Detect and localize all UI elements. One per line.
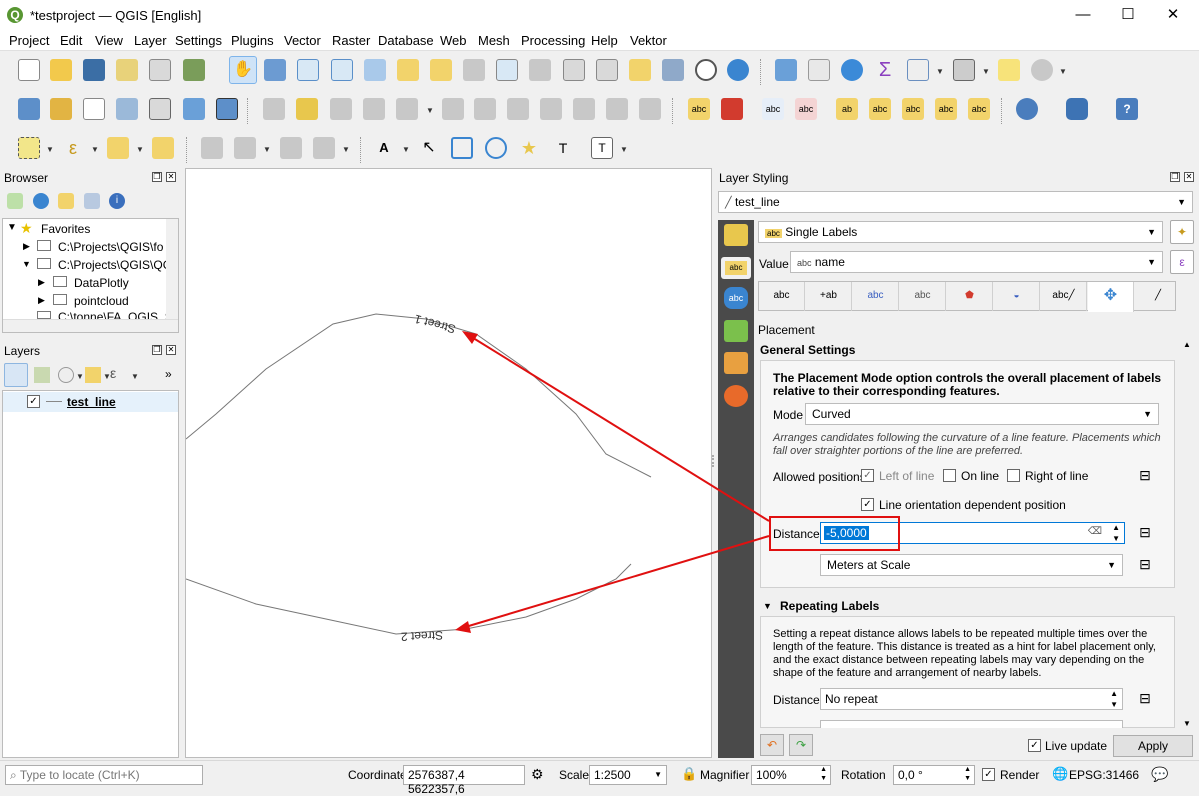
coordinate-label: Coordinate [348, 768, 407, 782]
crs-globe-icon[interactable]: 🌐 [1052, 766, 1068, 782]
rotation-value: 0,0 ° [898, 768, 923, 782]
arrow-to-street-1 [469, 335, 770, 522]
coordinate-field[interactable]: 2576387,4 5622357,6 [403, 765, 525, 796]
crs-label[interactable]: EPSG:31466 [1069, 768, 1139, 782]
lock-icon[interactable]: 🔒 [681, 766, 697, 782]
locator-placeholder: Type to locate (Ctrl+K) [19, 768, 140, 782]
spin-arrows-icon[interactable]: ▲ ▼ [964, 765, 971, 783]
search-icon: ⌕ [10, 768, 17, 782]
locator-search-input[interactable]: ⌕ Type to locate (Ctrl+K) [5, 765, 203, 785]
render-checkbox[interactable]: ✓ [982, 768, 995, 781]
arrowhead-icon [455, 621, 471, 633]
coordinate-format-icon[interactable]: ⚙ [531, 766, 544, 783]
render-label: Render [1000, 768, 1040, 782]
scale-value: 1:2500 [594, 768, 631, 782]
magnifier-spinbox[interactable]: 100% ▲ ▼ [751, 765, 831, 785]
chevron-down-icon: ▼ [654, 770, 662, 779]
arrow-to-street-2 [461, 535, 770, 629]
messages-icon[interactable]: 💬 [1151, 766, 1168, 783]
spin-arrows-icon[interactable]: ▲ ▼ [820, 765, 827, 783]
magnifier-value: 100% [756, 768, 787, 782]
magnifier-label: Magnifier [700, 768, 750, 782]
annotation-arrows [455, 331, 770, 633]
scale-combo[interactable]: 1:2500 ▼ [589, 765, 667, 785]
rotation-spinbox[interactable]: 0,0 ° ▲ ▼ [893, 765, 975, 785]
status-bar: ⌕ Type to locate (Ctrl+K) Coordinate 257… [0, 760, 1199, 796]
scale-label: Scale [559, 768, 590, 782]
rotation-label: Rotation [841, 768, 886, 782]
arrowhead-icon [462, 331, 478, 344]
